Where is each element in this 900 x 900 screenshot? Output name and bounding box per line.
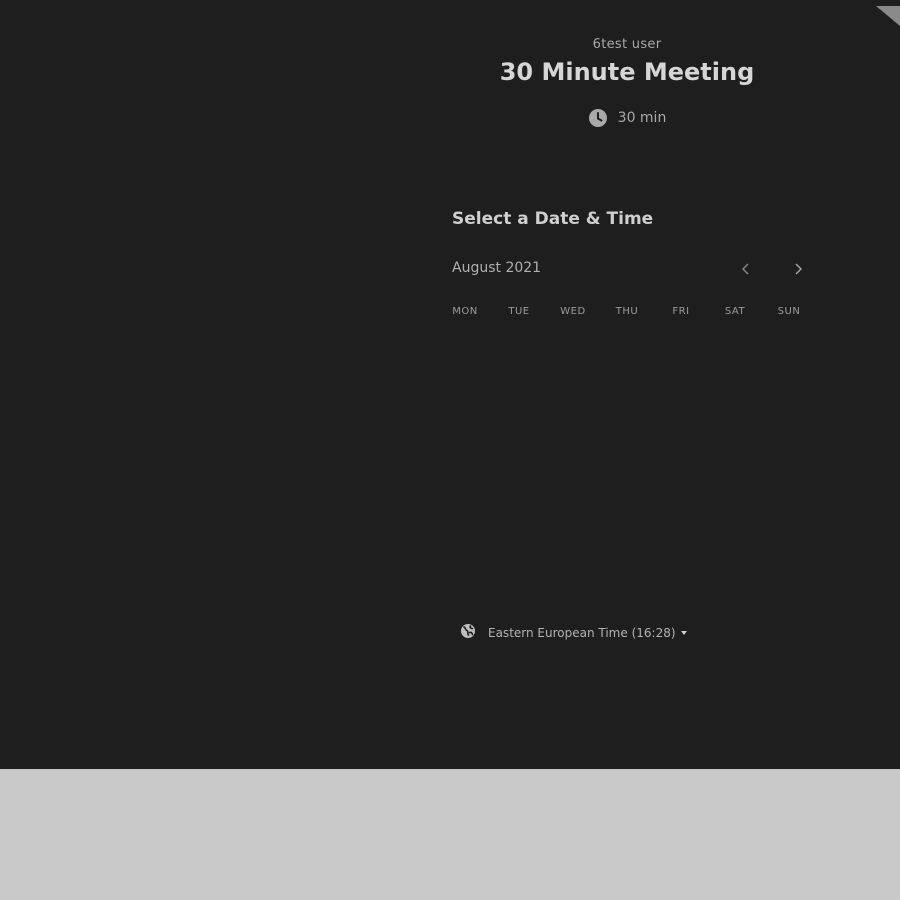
caret-down-icon [680, 630, 687, 635]
weekday-header: MON TUE WED THU FRI SAT SUN [438, 306, 816, 317]
globe-icon [460, 623, 476, 642]
weekday-sat: SAT [724, 306, 746, 317]
chevron-left-icon [741, 260, 751, 279]
chevron-right-icon [793, 260, 803, 279]
duration-label: 30 min [617, 110, 667, 126]
previous-month-button[interactable] [735, 258, 757, 280]
event-duration: 30 min [452, 108, 802, 128]
month-label: August 2021 [452, 260, 542, 276]
corner-ribbon [876, 6, 900, 26]
next-month-button[interactable] [787, 258, 809, 280]
clock-icon [588, 108, 608, 128]
event-title: 30 Minute Meeting [499, 58, 755, 86]
weekday-thu: THU [615, 306, 639, 317]
timezone-label: Eastern European Time (16:28) [488, 625, 676, 640]
weekday-wed: WED [560, 306, 586, 317]
timezone-selector[interactable]: Eastern European Time (16:28) [460, 623, 687, 642]
weekday-mon: MON [452, 306, 478, 317]
weekday-fri: FRI [672, 306, 690, 317]
calendar-heading: Select a Date & Time [452, 209, 654, 229]
weekday-sun: SUN [777, 306, 801, 317]
host-name: 6test user [592, 37, 662, 52]
weekday-tue: TUE [508, 306, 530, 317]
scheduling-panel: 6test user 30 Minute Meeting 30 min Sele… [0, 0, 900, 769]
